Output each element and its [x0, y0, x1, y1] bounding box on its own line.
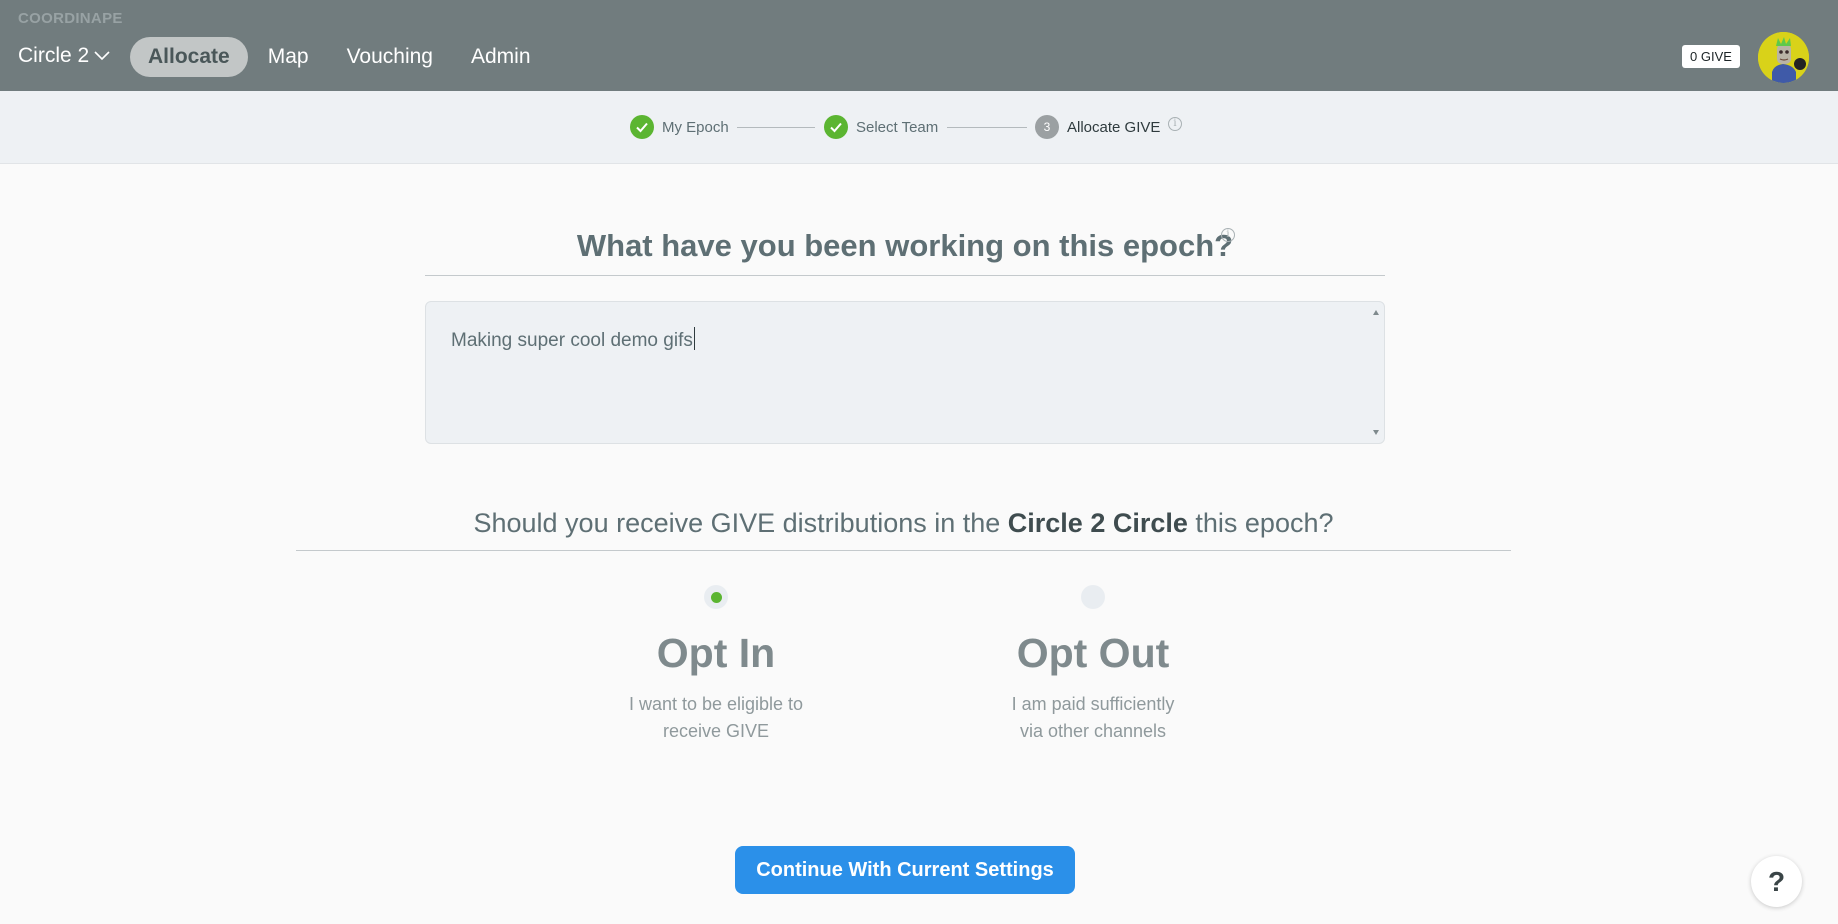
opt-in-radio[interactable]	[704, 585, 728, 609]
help-button[interactable]: ?	[1751, 856, 1802, 907]
step-connector	[737, 127, 815, 128]
opt-in-option[interactable]: Opt In I want to be eligible to receive …	[596, 585, 836, 745]
nav-vouching[interactable]: Vouching	[329, 37, 451, 77]
circle-name: Circle 2 Circle	[1007, 508, 1188, 538]
give-question-prefix: Should you receive GIVE distributions in…	[473, 508, 1008, 538]
epoch-statement-textarea[interactable]: Making super cool demo gifs	[425, 301, 1385, 444]
step-label-select-team[interactable]: Select Team	[856, 119, 938, 136]
opt-out-radio[interactable]	[1081, 585, 1105, 609]
step-3-number: 3	[1035, 115, 1059, 139]
coordinape-logo[interactable]: COORDINAPE	[18, 10, 123, 27]
top-navigation-bar: COORDINAPE Circle 2 Allocate Map Vouchin…	[0, 0, 1838, 91]
opt-in-desc-line-1: I want to be eligible to	[628, 694, 804, 714]
nav-admin[interactable]: Admin	[453, 37, 549, 77]
step-label-allocate-give[interactable]: Allocate GIVE	[1067, 119, 1160, 136]
opt-out-title: Opt Out	[1016, 630, 1170, 676]
opt-in-description: I want to be eligible to receive GIVE	[596, 691, 836, 745]
give-balance-badge[interactable]: 0 GIVE	[1682, 45, 1740, 68]
circle-selector-label: Circle 2	[18, 44, 90, 67]
step-label-my-epoch[interactable]: My Epoch	[662, 119, 729, 136]
epoch-statement-value: Making super cool demo gifs	[451, 327, 695, 352]
scroll-down-arrow-icon[interactable]	[1373, 430, 1379, 435]
give-opt-question: Should you receive GIVE distributions in…	[296, 508, 1511, 539]
continue-button[interactable]: Continue With Current Settings	[735, 846, 1075, 894]
circle-selector[interactable]: Circle 2	[18, 44, 110, 68]
avatar-image	[1758, 32, 1809, 83]
opt-in-title: Opt In	[656, 630, 776, 676]
divider	[425, 275, 1385, 276]
radio-selected-dot	[710, 591, 722, 603]
progress-stepper: My Epoch Select Team 3 Allocate GIVE i	[0, 91, 1838, 164]
opt-out-option[interactable]: Opt Out I am paid sufficiently via other…	[973, 585, 1213, 745]
info-icon[interactable]: i	[1168, 117, 1182, 131]
main-nav: Allocate Map Vouching Admin	[130, 37, 551, 77]
give-question-suffix: this epoch?	[1187, 508, 1334, 538]
step-1-check-icon	[630, 115, 654, 139]
opt-in-desc-line-2: receive GIVE	[662, 721, 770, 741]
step-connector	[947, 127, 1027, 128]
opt-out-desc-line-1: I am paid sufficiently	[1011, 694, 1175, 714]
epoch-question-text: What have you been working on this epoch…	[576, 228, 1234, 263]
epoch-question-heading: What have you been working on this epoch…	[425, 228, 1385, 264]
divider	[296, 550, 1511, 551]
nav-allocate[interactable]: Allocate	[130, 37, 248, 77]
opt-out-description: I am paid sufficiently via other channel…	[973, 691, 1213, 745]
chevron-down-icon	[94, 51, 110, 61]
opt-out-desc-line-2: via other channels	[1019, 721, 1167, 741]
info-icon[interactable]: i	[1221, 228, 1235, 242]
nav-map[interactable]: Map	[250, 37, 327, 77]
user-avatar[interactable]	[1758, 32, 1809, 83]
scroll-up-arrow-icon[interactable]	[1373, 310, 1379, 315]
step-2-check-icon	[824, 115, 848, 139]
